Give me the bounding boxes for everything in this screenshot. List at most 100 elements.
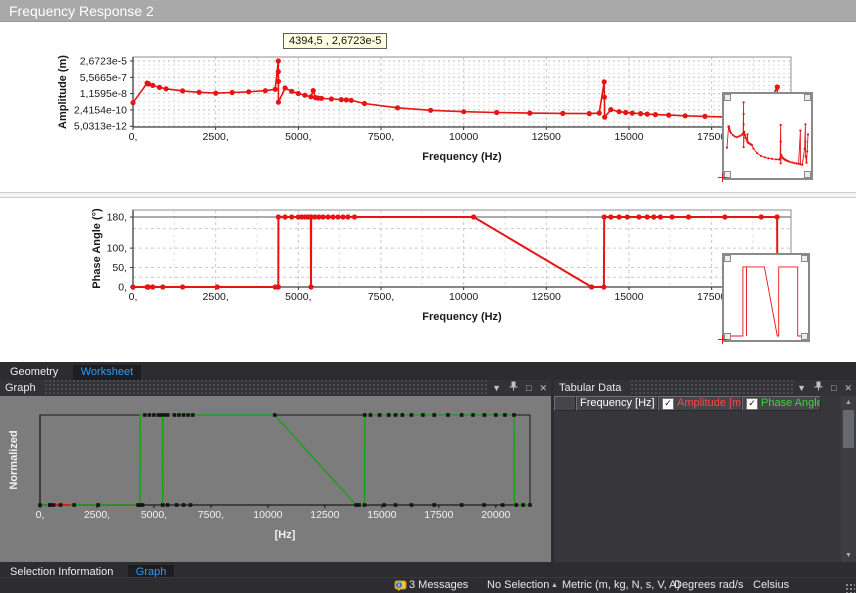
phase-zoom-preview[interactable] — [722, 253, 810, 342]
data-point — [382, 503, 386, 507]
phase-checkbox[interactable]: ✓ — [746, 398, 758, 410]
resize-grip[interactable] — [845, 583, 855, 593]
maximize-icon[interactable]: □ — [827, 380, 840, 396]
tick-label: 10000 — [449, 291, 478, 303]
data-point — [369, 413, 373, 417]
data-point — [746, 133, 748, 135]
cursor-cross-icon — [718, 173, 727, 182]
phase-angle-curve — [133, 217, 789, 287]
phase-column-header[interactable]: ✓ Phase Angle [°] — [742, 396, 821, 411]
tick-label: 5,0313e-12 — [74, 121, 127, 133]
resize-handle[interactable] — [801, 255, 808, 262]
tick-label: 12500 — [532, 131, 561, 143]
amplitude-checkbox[interactable]: ✓ — [662, 398, 674, 410]
data-point — [311, 88, 316, 93]
data-point — [796, 162, 798, 164]
data-point — [793, 162, 795, 164]
angular-velocity-units-status[interactable]: rad/s — [719, 578, 743, 593]
data-point — [527, 111, 532, 116]
selection-status[interactable]: No Selection — [487, 578, 549, 593]
amplitude-zoom-preview[interactable] — [722, 92, 813, 180]
angle-units-status[interactable]: Degrees — [674, 578, 716, 593]
data-point — [775, 84, 780, 89]
data-point — [587, 111, 592, 116]
data-point — [775, 158, 777, 160]
data-point — [743, 101, 745, 103]
data-point — [805, 155, 807, 157]
data-point — [182, 503, 186, 507]
data-point — [330, 214, 335, 219]
pin-icon[interactable] — [505, 380, 522, 396]
data-point — [38, 503, 42, 507]
scroll-down-icon[interactable]: ▼ — [841, 549, 856, 562]
tick-label: 0, — [129, 291, 138, 303]
resize-handle[interactable] — [801, 333, 808, 340]
data-point — [779, 158, 781, 160]
resize-handle[interactable] — [724, 94, 731, 101]
docking-area: Geometry Worksheet Graph ▼ □ ✕ Tabular D… — [0, 362, 856, 593]
x-axis-title: Frequency (Hz) — [422, 311, 502, 323]
data-point — [283, 85, 288, 90]
tick-label: 5,5665e-7 — [80, 72, 127, 84]
data-point — [363, 413, 367, 417]
amplitude-column-header[interactable]: ✓ Amplitude [m] — [658, 396, 742, 411]
scroll-up-icon[interactable]: ▲ — [841, 396, 856, 409]
data-point — [767, 157, 769, 159]
resize-handle[interactable] — [804, 94, 811, 101]
data-point — [189, 503, 193, 507]
data-point — [636, 214, 641, 219]
data-point — [276, 284, 281, 289]
data-point — [666, 113, 671, 118]
data-point — [283, 214, 288, 219]
data-point — [771, 158, 773, 160]
data-point — [276, 79, 281, 84]
pin-icon[interactable] — [810, 380, 827, 396]
data-point — [602, 79, 607, 84]
data-point — [180, 284, 185, 289]
data-point — [363, 503, 367, 507]
data-point — [329, 96, 334, 101]
data-point — [273, 87, 278, 92]
units-status[interactable]: Metric (m, kg, N, s, V, A) — [562, 578, 680, 593]
data-point — [180, 88, 185, 93]
y-axis-title: Normalized — [8, 430, 20, 489]
maximize-icon[interactable]: □ — [522, 380, 535, 396]
data-point — [732, 134, 734, 136]
data-point — [515, 503, 519, 507]
data-point — [735, 136, 737, 138]
data-point — [340, 214, 345, 219]
close-icon[interactable]: ✕ — [535, 380, 551, 396]
data-point — [182, 413, 186, 417]
data-point — [263, 88, 268, 93]
chevron-down-icon[interactable]: ▼ — [793, 380, 810, 396]
data-point — [357, 503, 361, 507]
tab-worksheet[interactable]: Worksheet — [73, 365, 141, 380]
scrollbar-thumb[interactable] — [843, 410, 854, 448]
tab-geometry[interactable]: Geometry — [2, 365, 66, 380]
tick-label: 5000, — [285, 131, 311, 143]
data-point — [780, 154, 782, 156]
chevron-down-icon[interactable]: ▼ — [488, 380, 505, 396]
tick-label: 100, — [107, 243, 127, 255]
phase-preview-curve — [724, 255, 808, 340]
close-icon[interactable]: ✕ — [840, 380, 856, 396]
tick-label: 5000, — [141, 509, 167, 521]
data-point — [669, 214, 674, 219]
resize-handle[interactable] — [724, 255, 731, 262]
tick-label: 15000 — [367, 509, 396, 521]
data-point — [791, 161, 793, 163]
data-point — [339, 97, 344, 102]
data-point — [410, 413, 414, 417]
frequency-column-header[interactable]: Frequency [Hz] — [576, 396, 658, 411]
messages-status[interactable]: 3 Messages — [409, 578, 468, 593]
data-point — [745, 137, 747, 139]
resize-handle[interactable] — [804, 171, 811, 178]
data-point — [308, 94, 313, 99]
data-point — [617, 109, 622, 114]
temperature-units-status[interactable]: Celsius — [753, 578, 789, 593]
table-scrollbar[interactable]: ▲ ▼ — [841, 396, 856, 562]
amplitude-header-label: Amplitude [m] — [677, 397, 742, 410]
data-point — [730, 132, 732, 134]
data-point — [276, 214, 281, 219]
data-point — [289, 89, 294, 94]
